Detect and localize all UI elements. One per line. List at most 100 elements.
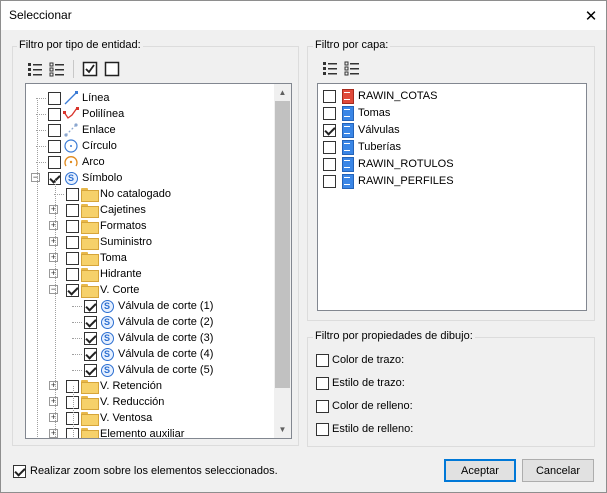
cancel-button[interactable]: Cancelar bbox=[522, 459, 594, 482]
tree-item[interactable]: Círculo bbox=[48, 138, 117, 154]
layer-item-checkbox[interactable] bbox=[323, 174, 336, 188]
folder-icon bbox=[81, 186, 99, 202]
tree-item-checkbox[interactable] bbox=[66, 235, 79, 249]
tree-item-checkbox[interactable] bbox=[48, 139, 61, 153]
folder-icon bbox=[81, 202, 99, 218]
symbol-icon-glyph: S bbox=[100, 299, 114, 313]
tree-item[interactable]: Línea bbox=[48, 90, 110, 106]
layer-item[interactable]: RAWIN_PERFILES bbox=[323, 173, 454, 189]
drawing-property-checkbox[interactable] bbox=[316, 422, 329, 436]
tree-item-label: Toma bbox=[100, 252, 127, 264]
tree-item[interactable]: Elemento auxiliar bbox=[66, 426, 185, 439]
drawing-filter-label: Filtro por propiedades de dibujo: bbox=[313, 330, 475, 342]
tree-item[interactable]: V. Ventosa bbox=[66, 410, 152, 426]
symbol-icon-glyph: S bbox=[64, 171, 78, 185]
scroll-down-icon[interactable]: ▼ bbox=[274, 421, 291, 438]
layer-item-checkbox[interactable] bbox=[323, 89, 336, 103]
tree-item-checkbox[interactable] bbox=[84, 331, 97, 345]
tree-item[interactable]: Suministro bbox=[66, 234, 152, 250]
expander-icon[interactable]: + bbox=[49, 429, 58, 438]
expander-icon[interactable]: + bbox=[49, 253, 58, 262]
drawing-property-checkbox[interactable] bbox=[316, 353, 329, 367]
tree-item-checkbox[interactable] bbox=[84, 363, 97, 377]
tree-item-checkbox[interactable] bbox=[66, 203, 79, 217]
tree-item[interactable]: S Válvula de corte (5) bbox=[84, 362, 213, 378]
entity-scrollbar[interactable]: ▲ ▼ bbox=[274, 84, 291, 438]
layer-red-icon bbox=[342, 89, 354, 104]
expander-icon[interactable]: + bbox=[49, 237, 58, 246]
drawing-property-option[interactable]: Color de relleno: bbox=[316, 398, 413, 414]
polyline-icon bbox=[63, 106, 79, 122]
scroll-up-icon[interactable]: ▲ bbox=[274, 84, 291, 101]
layer-list[interactable]: RAWIN_COTAS Tomas Válvulas Tuberías RAWIN_RO… bbox=[317, 83, 587, 311]
tree-item[interactable]: Polilínea bbox=[48, 106, 124, 122]
expander-icon[interactable]: + bbox=[49, 381, 58, 390]
expander-icon[interactable]: + bbox=[49, 269, 58, 278]
expander-icon[interactable]: − bbox=[49, 285, 58, 294]
layer-item[interactable]: RAWIN_COTAS bbox=[323, 88, 437, 104]
layer-item-checkbox[interactable] bbox=[323, 140, 336, 154]
arc-icon bbox=[63, 154, 79, 170]
expander-icon[interactable]: + bbox=[49, 205, 58, 214]
expander-icon[interactable]: − bbox=[31, 173, 40, 182]
tree-item[interactable]: Toma bbox=[66, 250, 127, 266]
tree-item[interactable]: Cajetines bbox=[66, 202, 146, 218]
tree-item[interactable]: Arco bbox=[48, 154, 105, 170]
expander-icon[interactable]: + bbox=[49, 413, 58, 422]
zoom-option[interactable]: Realizar zoom sobre los elementos selecc… bbox=[13, 463, 278, 479]
tree-item-checkbox[interactable] bbox=[48, 123, 61, 137]
tree-item-checkbox[interactable] bbox=[48, 107, 61, 121]
expand-all-icon[interactable] bbox=[322, 60, 338, 76]
tree-item[interactable]: V. Corte bbox=[66, 282, 139, 298]
tree-item-checkbox[interactable] bbox=[84, 315, 97, 329]
collapse-all-icon[interactable] bbox=[49, 61, 65, 77]
expander-icon[interactable]: + bbox=[49, 397, 58, 406]
expander-icon[interactable]: + bbox=[49, 221, 58, 230]
tree-item[interactable]: Hidrante bbox=[66, 266, 142, 282]
tree-item-label: Arco bbox=[82, 156, 105, 168]
tree-item[interactable]: S Válvula de corte (4) bbox=[84, 346, 213, 362]
layer-item[interactable]: Válvulas bbox=[323, 122, 400, 138]
tree-item[interactable]: Enlace bbox=[48, 122, 116, 138]
tree-item-checkbox[interactable] bbox=[48, 155, 61, 169]
layer-item[interactable]: Tuberías bbox=[323, 139, 401, 155]
tree-item-label: Elemento auxiliar bbox=[100, 428, 185, 439]
layer-item-checkbox[interactable] bbox=[323, 106, 336, 120]
entity-tree[interactable]: Línea Polilínea Enlace Círculo Arco − S Símbolo… bbox=[25, 83, 292, 439]
tree-connector bbox=[73, 386, 74, 438]
layer-item-checkbox[interactable] bbox=[323, 157, 336, 171]
tree-item[interactable]: S Válvula de corte (1) bbox=[84, 298, 213, 314]
tree-item-checkbox[interactable] bbox=[84, 347, 97, 361]
zoom-checkbox[interactable] bbox=[13, 464, 26, 478]
layer-item[interactable]: RAWIN_ROTULOS bbox=[323, 156, 454, 172]
close-icon[interactable]: ✕ bbox=[576, 1, 606, 30]
drawing-property-checkbox[interactable] bbox=[316, 376, 329, 390]
drawing-property-option[interactable]: Color de trazo: bbox=[316, 352, 404, 368]
expand-all-icon[interactable] bbox=[27, 61, 43, 77]
drawing-property-option[interactable]: Estilo de trazo: bbox=[316, 375, 405, 391]
tree-item-checkbox[interactable] bbox=[66, 267, 79, 281]
drawing-property-checkbox[interactable] bbox=[316, 399, 329, 413]
scroll-thumb[interactable] bbox=[275, 101, 290, 388]
drawing-property-option[interactable]: Estilo de relleno: bbox=[316, 421, 413, 437]
accept-button[interactable]: Aceptar bbox=[444, 459, 516, 482]
tree-item[interactable]: V. Retención bbox=[66, 378, 162, 394]
check-all-icon[interactable] bbox=[82, 61, 98, 77]
tree-item-checkbox[interactable] bbox=[66, 219, 79, 233]
tree-item-checkbox[interactable] bbox=[66, 283, 79, 297]
tree-item-checkbox[interactable] bbox=[66, 187, 79, 201]
uncheck-all-icon[interactable] bbox=[104, 61, 120, 77]
layer-blue-icon bbox=[342, 123, 354, 138]
tree-item-checkbox[interactable] bbox=[48, 91, 61, 105]
tree-item[interactable]: V. Reducción bbox=[66, 394, 164, 410]
tree-item[interactable]: S Válvula de corte (3) bbox=[84, 330, 213, 346]
collapse-all-icon[interactable] bbox=[344, 60, 360, 76]
tree-item[interactable]: Formatos bbox=[66, 218, 146, 234]
tree-item[interactable]: S Símbolo bbox=[48, 170, 122, 186]
tree-item[interactable]: No catalogado bbox=[66, 186, 171, 202]
tree-item[interactable]: S Válvula de corte (2) bbox=[84, 314, 213, 330]
tree-item-checkbox[interactable] bbox=[84, 299, 97, 313]
layer-item[interactable]: Tomas bbox=[323, 105, 390, 121]
layer-item-checkbox[interactable] bbox=[323, 123, 336, 137]
tree-item-checkbox[interactable] bbox=[66, 251, 79, 265]
